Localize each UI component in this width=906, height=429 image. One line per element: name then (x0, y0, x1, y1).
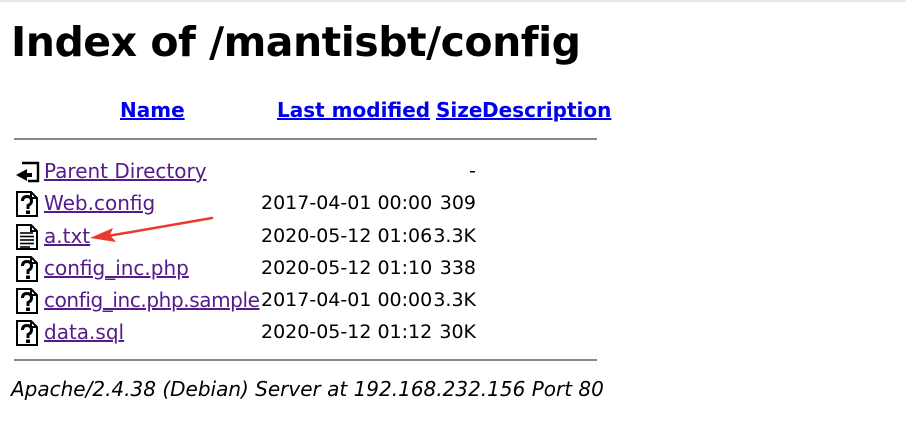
annotation-arrow-icon (90, 216, 214, 242)
